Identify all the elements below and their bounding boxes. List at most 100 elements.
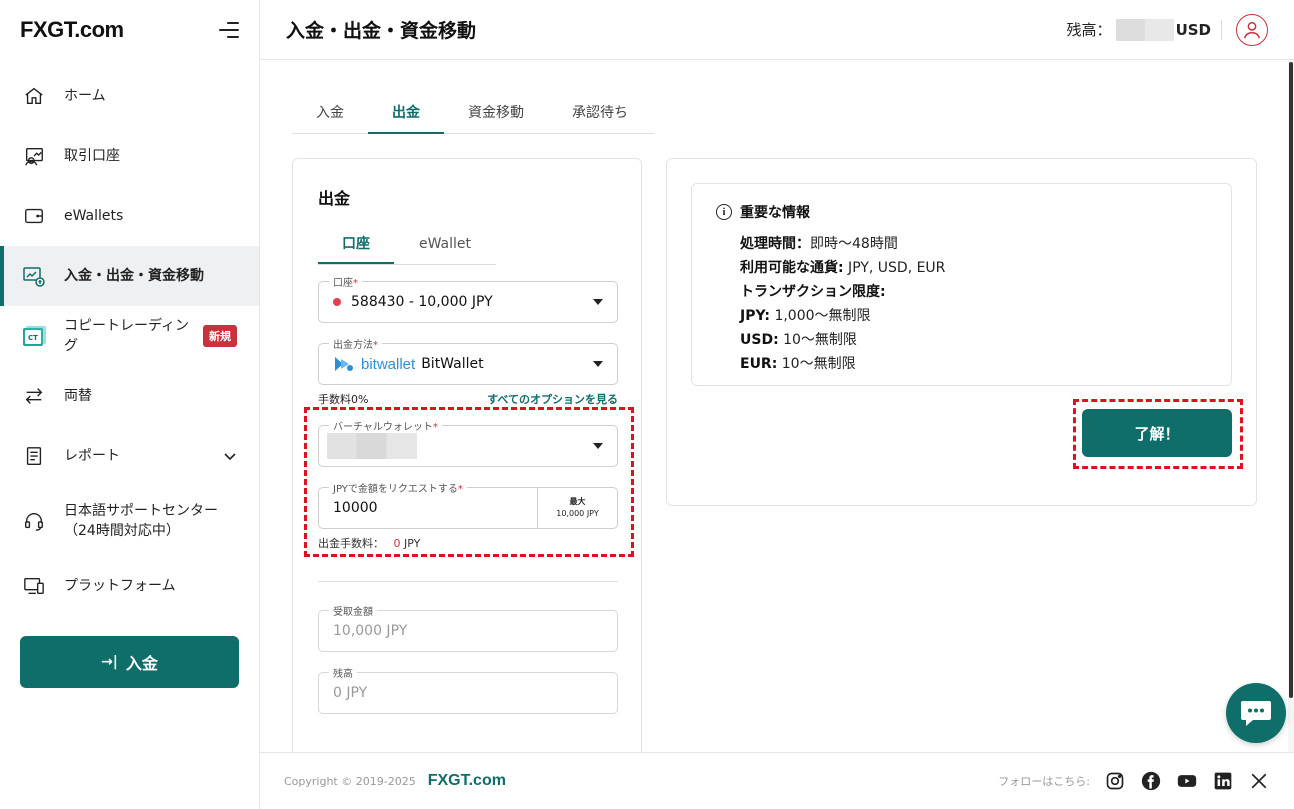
sidebar-item-home[interactable]: ホーム — [0, 66, 259, 126]
logo-row: FXGT.com — [0, 0, 259, 60]
main-content: 入金 出金 資金移動 承認待ち 出金 口座 eWallet 口座* 588430… — [260, 60, 1288, 752]
chevron-down-icon[interactable] — [223, 449, 237, 463]
sidebar-item-label: コピートレーディング — [64, 318, 190, 354]
sidebar-item-label: プラットフォーム — [64, 578, 176, 594]
chat-support-button[interactable] — [1226, 683, 1286, 743]
section-divider — [318, 581, 618, 582]
facebook-icon[interactable] — [1140, 770, 1162, 792]
remaining-balance-value: 0 JPY — [333, 685, 368, 701]
withdraw-card: 出金 口座 eWallet 口座* 588430 - 10,000 JPY 出金… — [292, 158, 642, 752]
report-icon — [22, 444, 46, 468]
footer-logo[interactable]: FXGT.com — [428, 772, 506, 790]
subtab-ewallet[interactable]: eWallet — [394, 225, 496, 264]
home-icon — [22, 84, 46, 108]
support-headset-icon — [22, 509, 46, 533]
max-amount-button[interactable]: 最大 10,000 JPY — [537, 488, 617, 528]
deposit-button[interactable]: →| 入金 — [20, 636, 239, 688]
info-line: USD: 10〜無制限 — [740, 332, 857, 348]
virtual-wallet-select[interactable]: バーチャルウォレット* — [318, 418, 618, 467]
svg-text:CT: CT — [28, 334, 38, 342]
sidebar-item-platform[interactable]: プラットフォーム — [0, 556, 259, 616]
balance-currency: USD — [1175, 20, 1211, 39]
menu-toggle-icon[interactable] — [219, 21, 239, 39]
account-select[interactable]: 口座* 588430 - 10,000 JPY — [318, 274, 618, 323]
sidebar-item-label: 取引口座 — [64, 148, 120, 164]
withdraw-source-tabs: 口座 eWallet — [318, 225, 496, 265]
sidebar-item-label: 日本語サポートセンター（24時間対応中） — [64, 503, 218, 539]
withdraw-fee: 出金手数料： 0 JPY — [318, 535, 420, 551]
linkedin-icon[interactable] — [1212, 770, 1234, 792]
account-select-label: 口座* — [329, 274, 362, 289]
info-line: 利用可能な通貨: JPY, USD, EUR — [740, 260, 946, 276]
user-avatar-icon[interactable] — [1236, 13, 1268, 46]
deposit-button-label: 入金 — [125, 654, 158, 673]
info-line: トランザクション限度: — [740, 284, 886, 300]
virtual-wallet-masked-value — [327, 433, 417, 459]
withdraw-method-select[interactable]: 出金方法* bitwallet BitWallet — [318, 336, 618, 385]
scrollbar-thumb[interactable] — [1289, 62, 1293, 698]
chat-bubble-icon — [1241, 701, 1271, 726]
youtube-icon[interactable] — [1176, 770, 1198, 792]
sidebar-item-funds-transfer[interactable]: 入金・出金・資金移動 — [0, 246, 259, 306]
withdraw-method-label: 出金方法* — [329, 336, 382, 351]
sidebar-item-label: 両替 — [64, 388, 92, 404]
account-status-dot — [333, 298, 341, 306]
fee-text: 手数料0% — [318, 393, 369, 406]
amount-input[interactable]: JPYで金額をリクエストする* 10000 最大 10,000 JPY — [318, 480, 618, 529]
sidebar-item-exchange[interactable]: 両替 — [0, 366, 259, 426]
funds-tabs: 入金 出金 資金移動 承認待ち — [292, 92, 654, 134]
amount-input-value: 10000 — [333, 500, 378, 516]
balance-masked-value — [1115, 18, 1174, 41]
important-info-heading: i 重要な情報 — [716, 202, 1207, 222]
sidebar-item-support[interactable]: 日本語サポートセンター（24時間対応中） — [0, 486, 259, 556]
dropdown-caret-icon — [593, 443, 603, 449]
balance-label: 残高： — [1066, 21, 1112, 39]
subtab-account[interactable]: 口座 — [318, 225, 394, 264]
dropdown-caret-icon — [593, 361, 603, 367]
tab-withdraw[interactable]: 出金 — [368, 92, 444, 134]
fxgt-logo[interactable]: FXGT.com — [20, 17, 124, 43]
top-header: 入金・出金・資金移動 残高： USD — [260, 0, 1294, 60]
info-line: JPY: 1,000〜無制限 — [740, 308, 871, 324]
sidebar-item-report[interactable]: レポート — [0, 426, 259, 486]
received-amount-field: 受取金額 10,000 JPY — [318, 603, 618, 652]
virtual-wallet-label: バーチャルウォレット* — [329, 418, 442, 433]
follow-label: フォローはこちら: — [998, 775, 1090, 788]
balance-display: 残高： USD — [1066, 18, 1211, 41]
info-card: i 重要な情報 処理時間：即時〜48時間 利用可能な通貨: JPY, USD, … — [666, 158, 1257, 506]
platform-icon — [22, 574, 46, 598]
tab-pending[interactable]: 承認待ち — [548, 92, 652, 132]
login-arrow-icon: →| — [101, 654, 118, 670]
max-value: 10,000 JPY — [556, 509, 599, 518]
exchange-icon — [22, 384, 46, 408]
copyright-text: Copyright © 2019-2025 — [284, 774, 416, 788]
received-amount-value: 10,000 JPY — [333, 623, 408, 639]
info-line: EUR: 10〜無制限 — [740, 356, 856, 372]
sidebar-item-trading-account[interactable]: 取引口座 — [0, 126, 259, 186]
withdraw-fee-label: 出金手数料： — [318, 537, 384, 550]
important-info-box: i 重要な情報 処理時間：即時〜48時間 利用可能な通貨: JPY, USD, … — [691, 183, 1232, 386]
received-amount-label: 受取金額 — [329, 603, 377, 618]
acknowledge-button[interactable]: 了解！ — [1082, 409, 1232, 457]
trading-account-icon — [22, 144, 46, 168]
sidebar-nav: ホーム 取引口座 eWallets 入金・出金・資金移動 CT コピートレーディ… — [0, 66, 259, 616]
see-all-options-link[interactable]: すべてのオプションを見る — [487, 391, 618, 407]
instagram-icon[interactable] — [1104, 770, 1126, 792]
bitwallet-brand-text: bitwallet — [361, 355, 416, 373]
tab-transfer[interactable]: 資金移動 — [444, 92, 548, 132]
sidebar-item-label: レポート — [64, 448, 120, 464]
header-divider — [1221, 19, 1222, 40]
sidebar: FXGT.com ホーム 取引口座 eWallets 入金・出金・資金移動 CT… — [0, 0, 260, 809]
sidebar-item-label: ホーム — [64, 88, 106, 104]
important-info-lines: 処理時間：即時〜48時間 利用可能な通貨: JPY, USD, EUR トランザ… — [740, 232, 1207, 376]
tab-deposit[interactable]: 入金 — [292, 92, 368, 132]
sidebar-item-label: 入金・出金・資金移動 — [64, 268, 204, 284]
x-icon[interactable] — [1248, 770, 1270, 792]
sidebar-item-ewallets[interactable]: eWallets — [0, 186, 259, 246]
page-scrollbar[interactable] — [1288, 60, 1294, 700]
withdraw-fee-unit: JPY — [404, 537, 421, 550]
remaining-balance-field: 残高 0 JPY — [318, 665, 618, 714]
sidebar-item-copy-trading[interactable]: CT コピートレーディング 新規 — [0, 306, 259, 366]
footer: Copyright © 2019-2025 FXGT.com フォローはこちら: — [260, 752, 1294, 809]
important-info-title: 重要な情報 — [740, 205, 810, 221]
